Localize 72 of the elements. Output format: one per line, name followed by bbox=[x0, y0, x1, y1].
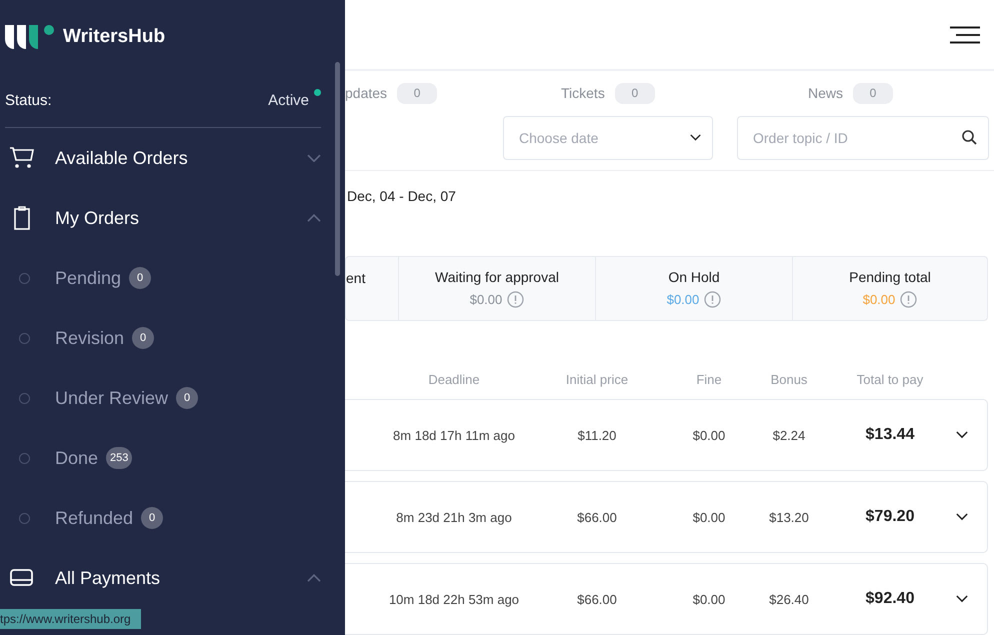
count-badge: 0 bbox=[141, 507, 164, 529]
brand-name: WritersHub bbox=[63, 26, 166, 48]
date-range: Dec, 04 - Dec, 07 bbox=[347, 188, 457, 204]
column-header: Fine bbox=[695, 372, 723, 388]
column-header: Initial price bbox=[564, 372, 630, 388]
nav-item[interactable]: All Payments bbox=[5, 548, 345, 608]
menu-icon[interactable] bbox=[950, 26, 980, 44]
count-badge: 253 bbox=[106, 447, 132, 469]
summary-label: On Hold bbox=[668, 268, 720, 285]
table-cell-text: $66.00 bbox=[576, 592, 618, 606]
summary-label: ent bbox=[346, 270, 366, 286]
column-header: Deadline bbox=[427, 372, 481, 388]
summary-value: $0.00 bbox=[862, 292, 896, 307]
table-cell-text: $26.40 bbox=[768, 592, 810, 606]
total-cell-text: $92.40 bbox=[864, 590, 916, 608]
subitem-label: Done bbox=[55, 448, 98, 468]
subitem-label: Refunded bbox=[55, 508, 134, 528]
table-cell-text: $0.00 bbox=[692, 510, 726, 524]
subitem-label: Pending bbox=[55, 268, 122, 288]
chevron-icon bbox=[956, 513, 968, 521]
search-icon bbox=[962, 130, 977, 146]
column-header: Bonus bbox=[770, 372, 808, 388]
subitem-label: Under Review bbox=[55, 388, 168, 408]
status-label: Status: bbox=[5, 92, 52, 109]
count-badge: 0 bbox=[129, 267, 152, 289]
nav-subitem[interactable]: Revision 0 bbox=[5, 308, 345, 368]
table-cell-text: $2.24 bbox=[772, 428, 806, 442]
tab-count: 0 bbox=[397, 82, 438, 104]
chevron-icon bbox=[956, 431, 968, 439]
nav-item[interactable]: My Orders bbox=[5, 188, 345, 248]
subitem-label: Revision bbox=[55, 328, 124, 348]
column-header: Total to pay bbox=[856, 372, 924, 388]
status-bar-url: tps://www.writershub.org bbox=[0, 609, 141, 629]
chevron-icon bbox=[956, 595, 968, 603]
table-cell-text: 8m 18d 17h 11m ago bbox=[392, 428, 516, 442]
total-cell-text: $79.20 bbox=[864, 508, 916, 526]
radio-icon bbox=[19, 272, 30, 284]
nav-subitem[interactable]: Pending 0 bbox=[5, 248, 345, 308]
nav-subitem[interactable]: Refunded 0 bbox=[5, 488, 345, 548]
summary-value: $0.00 bbox=[470, 292, 502, 307]
summary-label: Waiting for approval bbox=[435, 268, 559, 285]
nav-subitem[interactable]: Under Review 0 bbox=[5, 368, 345, 428]
nav-item[interactable]: Available Orders bbox=[5, 128, 345, 188]
logo-icon bbox=[5, 25, 55, 49]
table-cell-text: $13.20 bbox=[768, 510, 810, 524]
caret-icon bbox=[690, 134, 701, 141]
search-field[interactable]: Order topic / ID bbox=[737, 116, 989, 160]
radio-icon bbox=[19, 332, 30, 344]
date-dropdown[interactable]: Choose date bbox=[503, 116, 713, 160]
table-cell-text: $0.00 bbox=[692, 428, 726, 442]
tab[interactable]: pdates 0 bbox=[345, 82, 561, 104]
table-cell-text: $11.20 bbox=[576, 428, 618, 442]
summary-label: Pending total bbox=[849, 268, 931, 285]
tab-count: 0 bbox=[853, 82, 894, 104]
radio-icon bbox=[19, 512, 30, 524]
radio-icon bbox=[19, 392, 30, 404]
radio-icon bbox=[19, 452, 30, 464]
table-cell-text: 10m 18d 22h 53m ago bbox=[388, 592, 520, 606]
table-cell-text: $66.00 bbox=[576, 510, 618, 524]
summary-value: $0.00 bbox=[666, 292, 700, 307]
nav-subitem[interactable]: Done 253 bbox=[5, 428, 345, 488]
count-badge: 0 bbox=[132, 327, 154, 349]
cart-icon bbox=[9, 146, 35, 170]
tab[interactable]: News 0 bbox=[808, 82, 988, 104]
table-cell-text: $0.00 bbox=[692, 592, 726, 606]
total-cell-text: $13.44 bbox=[864, 426, 916, 444]
tab[interactable]: Tickets 0 bbox=[561, 82, 808, 104]
table-cell-text: 8m 23d 21h 3m ago bbox=[395, 510, 513, 524]
status-value: Active bbox=[268, 92, 321, 109]
tab-count: 0 bbox=[614, 82, 655, 104]
scrollbar[interactable] bbox=[335, 62, 340, 276]
count-badge: 0 bbox=[176, 387, 198, 409]
